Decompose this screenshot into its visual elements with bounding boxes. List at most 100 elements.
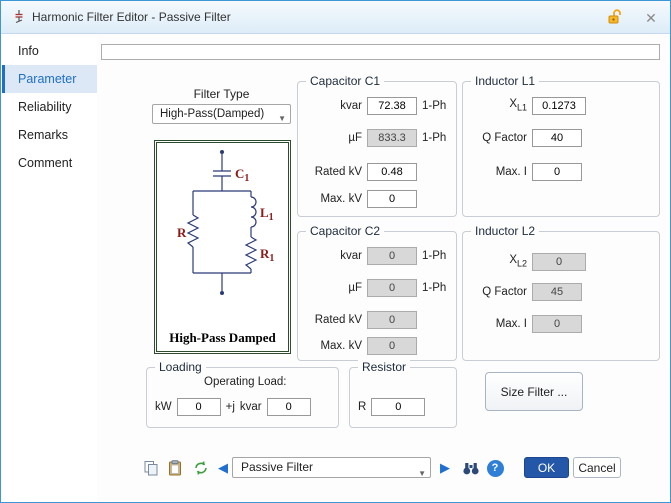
row-c2-max-kv: Max. kV: [304, 336, 450, 355]
harmonic-filter-editor-dialog: Harmonic Filter Editor - Passive Filter …: [0, 0, 671, 503]
group-title-loading: Loading: [155, 360, 206, 374]
kw-input[interactable]: [177, 398, 221, 416]
l1-x-input[interactable]: [532, 97, 586, 115]
c1-max-kv-input[interactable]: [367, 190, 417, 208]
filter-type-select[interactable]: High-Pass(Damped) ▼: [152, 104, 291, 124]
loading-kvar-input[interactable]: [267, 398, 311, 416]
row-c1-max-kv: Max. kV: [304, 189, 450, 208]
sidebar-item-remarks[interactable]: Remarks: [2, 121, 97, 149]
row-l2-x: XL2: [469, 252, 653, 271]
lock-icon[interactable]: [604, 7, 626, 29]
next-arrow-icon: ▶: [440, 460, 450, 476]
help-button[interactable]: ?: [484, 457, 506, 479]
sync-button[interactable]: [190, 457, 212, 479]
c2-uf-input: [367, 279, 417, 297]
plus-j-label: +j: [226, 401, 235, 413]
kvar-label: kvar: [240, 401, 262, 413]
group-title-capacitor-c2: Capacitor C2: [306, 224, 384, 238]
c1-kvar-unit: 1-Ph: [422, 100, 446, 112]
l2-x-input: [532, 253, 586, 271]
loading-row: kW +j kvar: [155, 398, 311, 416]
kw-label: kW: [155, 401, 172, 413]
r-label: R: [177, 225, 187, 240]
l2-q-factor-input: [532, 283, 582, 301]
row-c1-uf: µF 1-Ph: [304, 128, 450, 147]
group-title-inductor-l2: Inductor L2: [471, 224, 539, 238]
l1-max-i-input[interactable]: [532, 163, 582, 181]
c2-rated-kv-label: Rated kV: [304, 314, 362, 326]
row-l1-max-i: Max. I: [469, 162, 653, 181]
sidebar-item-parameter[interactable]: Parameter: [2, 65, 97, 93]
circuit-svg: C1 R L1 R1: [157, 145, 288, 313]
l1-label: L1: [260, 205, 274, 223]
paste-icon: [167, 460, 183, 476]
r1-label: R1: [260, 246, 274, 264]
paste-button[interactable]: [164, 457, 186, 479]
group-title-capacitor-c1: Capacitor C1: [306, 74, 384, 88]
c1-rated-kv-input[interactable]: [367, 163, 417, 181]
copy-icon: [143, 460, 159, 476]
c2-uf-unit: 1-Ph: [422, 282, 446, 294]
group-loading: Loading Operating Load: kW +j kvar: [146, 367, 339, 428]
element-navigator-value: Passive Filter: [241, 460, 313, 474]
l2-max-i-label: Max. I: [469, 318, 527, 330]
top-terminal-dot: [220, 150, 224, 154]
c1-uf-input: [367, 129, 417, 147]
sidebar-item-comment[interactable]: Comment: [2, 149, 97, 177]
c2-max-kv-label: Max. kV: [304, 340, 362, 352]
app-icon: [11, 9, 27, 28]
window-title: Harmonic Filter Editor - Passive Filter: [32, 10, 231, 24]
row-c2-rated-kv: Rated kV: [304, 310, 450, 329]
row-c2-kvar: kvar 1-Ph: [304, 246, 450, 265]
sidebar-item-reliability[interactable]: Reliability: [2, 93, 97, 121]
resistor-row: R: [358, 398, 425, 416]
c2-kvar-unit: 1-Ph: [422, 250, 446, 262]
titlebar: Harmonic Filter Editor - Passive Filter …: [1, 1, 670, 34]
cancel-button[interactable]: Cancel: [573, 457, 621, 478]
l2-q-factor-label: Q Factor: [469, 286, 527, 298]
prev-button[interactable]: ◀: [212, 457, 234, 479]
ok-button[interactable]: OK: [524, 457, 569, 478]
bottom-terminal-dot: [220, 291, 224, 295]
prev-arrow-icon: ◀: [218, 460, 228, 476]
r-input[interactable]: [371, 398, 425, 416]
row-c2-uf: µF 1-Ph: [304, 278, 450, 297]
group-capacitor-c1: Capacitor C1 kvar 1-Ph µF 1-Ph Rated kV …: [297, 81, 457, 217]
c2-max-kv-input: [367, 337, 417, 355]
next-button[interactable]: ▶: [434, 457, 456, 479]
find-button[interactable]: [460, 457, 482, 479]
l1-max-i-label: Max. I: [469, 166, 527, 178]
c2-kvar-label: kvar: [304, 250, 362, 262]
help-icon: ?: [487, 460, 504, 477]
resistor-r-symbol: [188, 215, 198, 247]
diagram-caption: High-Pass Damped: [157, 330, 288, 346]
l1-q-factor-input[interactable]: [532, 129, 582, 147]
group-resistor: Resistor R: [349, 367, 457, 428]
c2-kvar-input: [367, 247, 417, 265]
c2-rated-kv-input: [367, 311, 417, 329]
close-icon[interactable]: ✕: [640, 7, 662, 29]
c1-label: C1: [235, 166, 249, 184]
row-l2-q-factor: Q Factor: [469, 282, 653, 301]
sidebar-item-info[interactable]: Info: [2, 37, 97, 65]
l2-max-i-input: [532, 315, 582, 333]
group-inductor-l1: Inductor L1 XL1 Q Factor Max. I: [462, 81, 660, 217]
sidebar: Info Parameter Reliability Remarks Comme…: [2, 37, 97, 502]
group-inductor-l2: Inductor L2 XL2 Q Factor Max. I: [462, 231, 660, 361]
resistor-r1-symbol: [246, 237, 256, 269]
l1-x-label: XL1: [469, 98, 527, 112]
l2-x-label: XL2: [469, 254, 527, 268]
group-title-resistor: Resistor: [358, 360, 410, 374]
chevron-down-icon: ▼: [278, 110, 286, 124]
inductor-l1-symbol: [251, 197, 256, 227]
r-field-label: R: [358, 401, 366, 413]
copy-button[interactable]: [140, 457, 162, 479]
binoculars-icon: [462, 460, 480, 476]
chevron-down-icon: ▼: [418, 464, 426, 478]
c1-uf-unit: 1-Ph: [422, 132, 446, 144]
filter-type-label: Filter Type: [152, 87, 291, 101]
c1-kvar-input[interactable]: [367, 97, 417, 115]
c1-kvar-label: kvar: [304, 100, 362, 112]
size-filter-button[interactable]: Size Filter ...: [485, 372, 583, 411]
element-navigator-select[interactable]: Passive Filter ▼: [232, 457, 431, 478]
